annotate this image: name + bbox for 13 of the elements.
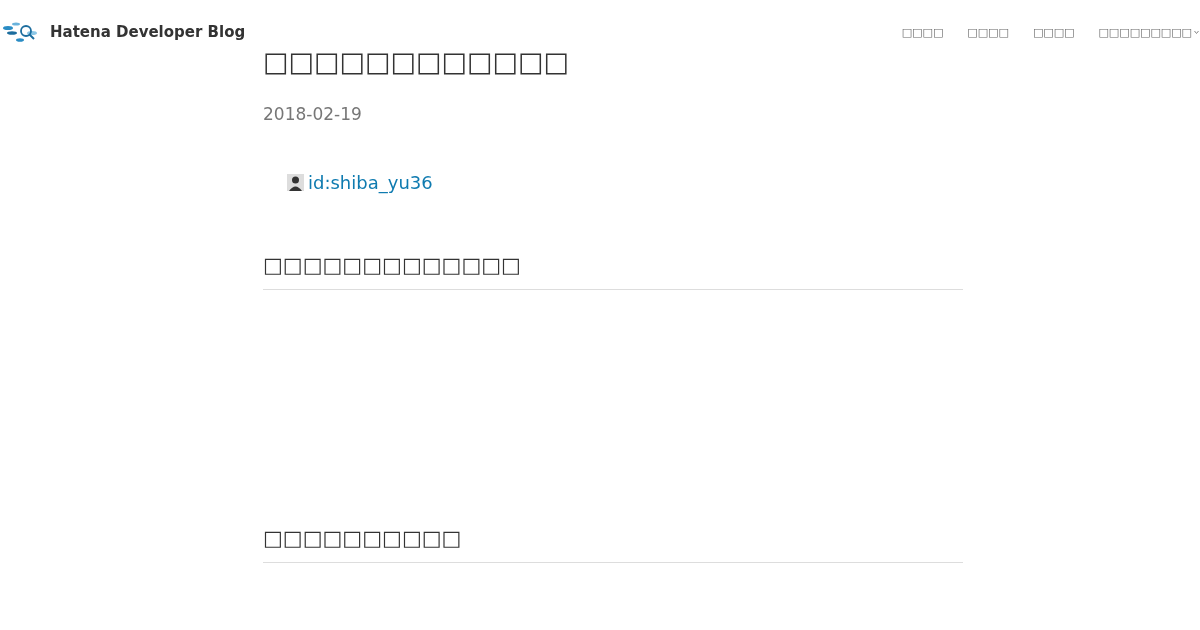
blog-title: Hatena Developer Blog — [50, 23, 246, 41]
blog-logo-link[interactable]: Hatena Developer Blog — [2, 19, 246, 45]
nav-link[interactable]: □□□□□□□□□ — [1098, 25, 1192, 39]
nav-link[interactable]: □□□□ — [1032, 25, 1075, 39]
article-date: 2018-02-19 — [263, 104, 363, 124]
caret-icon — [1194, 29, 1199, 35]
nav-link[interactable]: □□□□ — [901, 25, 944, 39]
section-heading: □□□□□□□□□□□□□ — [263, 245, 963, 290]
article-title: □□□□□□□□□□□□ — [263, 45, 571, 79]
nav-link[interactable]: □□□□ — [967, 25, 1009, 39]
avatar-icon — [287, 174, 304, 191]
author-link[interactable]: id:shiba_yu36 — [308, 172, 433, 193]
section-heading: □□□□□□□□□□ — [263, 518, 963, 563]
